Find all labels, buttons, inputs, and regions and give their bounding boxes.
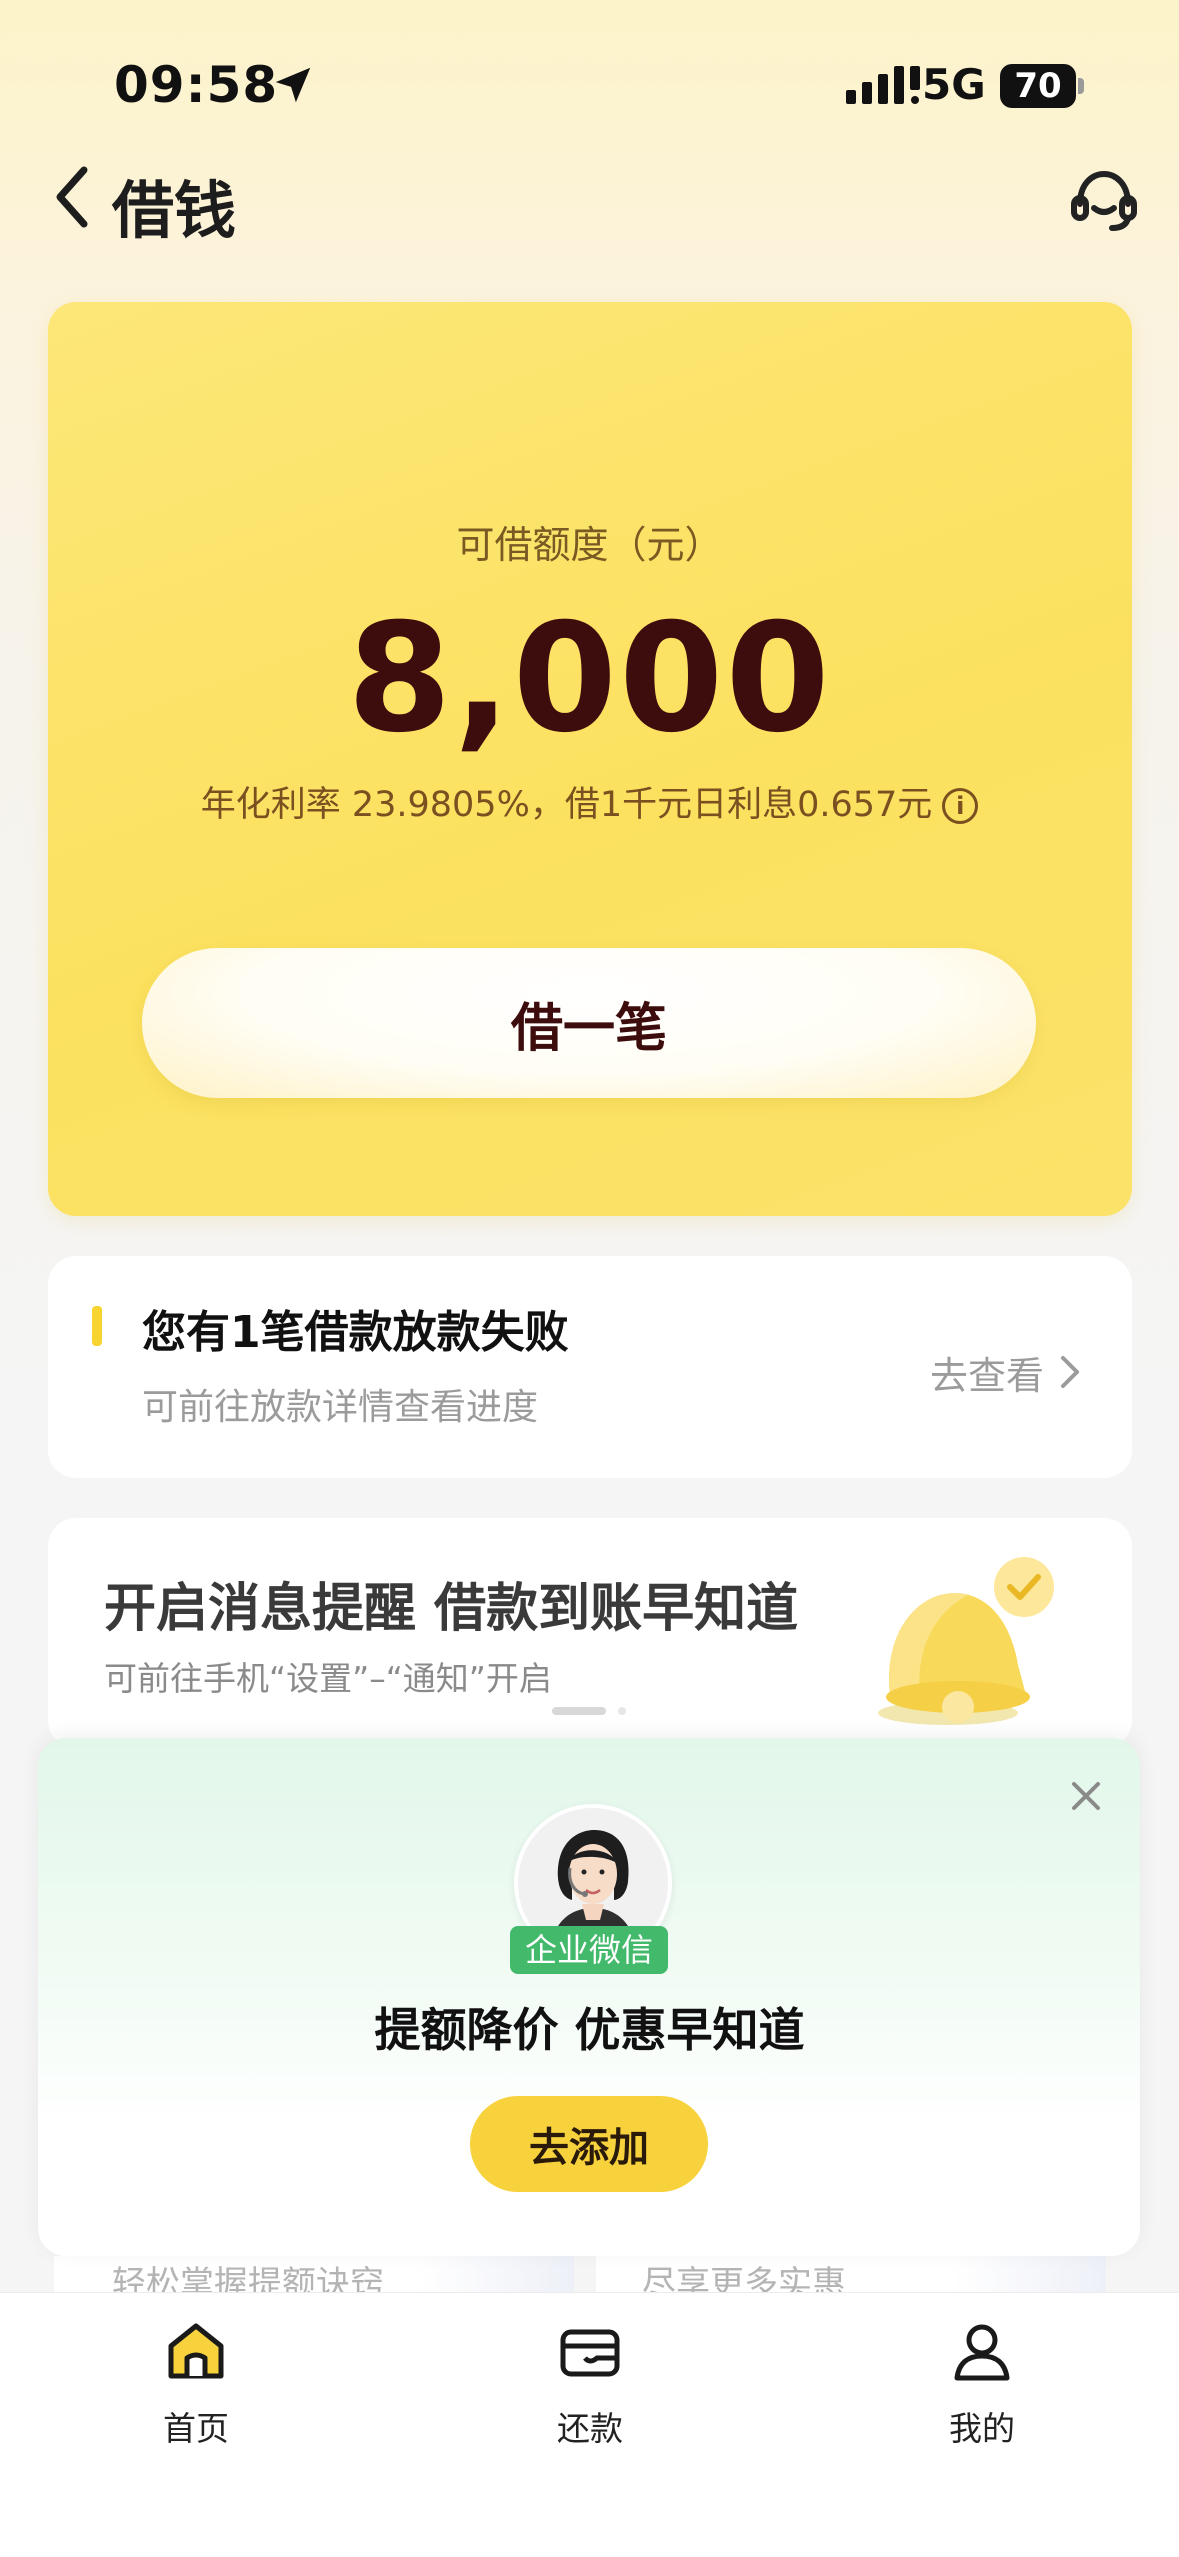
- status-time: 09:58: [114, 56, 279, 114]
- home-icon: [168, 2323, 224, 2379]
- tab-mine[interactable]: 我的: [862, 2318, 1102, 2478]
- credit-limit-label: 可借额度（元）: [456, 523, 723, 567]
- tab-repay-label: 还款: [557, 2409, 623, 2448]
- battery-indicator: 70: [1000, 64, 1076, 108]
- view-details-link[interactable]: 去查看: [930, 1345, 1044, 1400]
- battery-nub: [1078, 78, 1084, 94]
- notice-title: 您有1笔借款放款失败: [142, 1307, 569, 1358]
- tab-mine-label: 我的: [949, 2409, 1015, 2448]
- notice-accent-bar: [92, 1306, 102, 1346]
- banner-title: 开启消息提醒 借款到账早知道: [104, 1579, 799, 1639]
- popup-title: 提额降价 优惠早知道: [374, 2003, 805, 2057]
- interest-rate-value: 年化利率 23.9805%，借1千元日利息0.657元: [200, 785, 933, 825]
- page-title: 借钱: [112, 174, 237, 247]
- interest-rate-text: 年化利率 23.9805%，借1千元日利息0.657元 i: [0, 776, 1179, 827]
- wallet-icon: [560, 2329, 620, 2377]
- promo-card-left-text: 轻松掌握提额诀窍: [112, 2264, 384, 2292]
- borrow-button[interactable]: 借一笔: [142, 948, 1036, 1098]
- tab-home[interactable]: 首页: [76, 2318, 316, 2478]
- tab-home-label: 首页: [163, 2409, 229, 2448]
- bell-icon: [878, 1557, 1054, 1725]
- notice-subtitle: 可前往放款详情查看进度: [142, 1387, 539, 1428]
- credit-amount: 8,000: [347, 592, 832, 766]
- close-icon[interactable]: [1066, 1776, 1106, 1816]
- promo-card-right-text: 尽享更多实惠: [642, 2264, 846, 2292]
- network-type: 5G: [922, 60, 986, 109]
- customer-service-icon[interactable]: [1068, 164, 1140, 236]
- location-arrow-icon: [275, 67, 311, 103]
- cellular-signal-icon: [846, 66, 920, 104]
- add-button[interactable]: 去添加: [470, 2096, 708, 2192]
- banner-subtitle: 可前往手机“设置”–“通知”开启: [104, 1659, 552, 1698]
- carousel-indicator: [552, 1707, 626, 1715]
- info-icon[interactable]: i: [942, 788, 979, 824]
- user-icon: [954, 2324, 1010, 2381]
- tab-repay[interactable]: 还款: [470, 2318, 710, 2478]
- chevron-right-icon[interactable]: [1058, 1354, 1082, 1390]
- wecom-badge: 企业微信: [510, 1926, 668, 1974]
- back-chevron-icon[interactable]: [48, 162, 98, 232]
